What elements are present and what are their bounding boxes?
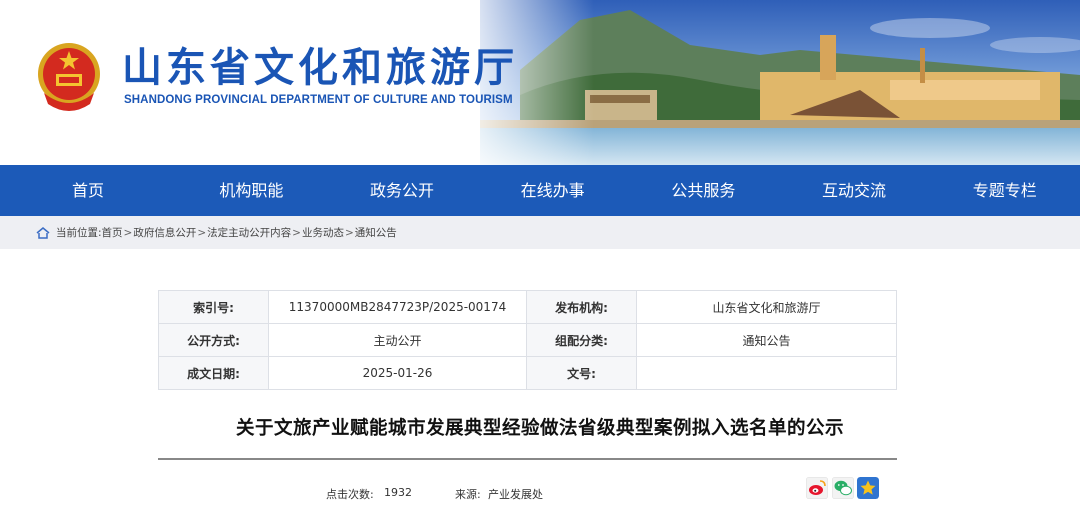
meta-row: 成文日期: 2025-01-26 文号: — [158, 356, 897, 390]
date-label: 成文日期: — [158, 356, 269, 390]
publisher-value: 山东省文化和旅游厅 — [636, 290, 897, 324]
nav-online-services[interactable]: 在线办事 — [477, 165, 628, 216]
site-title: 山东省文化和旅游厅 — [122, 45, 518, 91]
nav-institution-functions[interactable]: 机构职能 — [176, 165, 327, 216]
nav-special-topics[interactable]: 专题专栏 — [929, 165, 1080, 216]
docno-label: 文号: — [526, 356, 637, 390]
clicks-value: 1932 — [384, 486, 412, 499]
breadcrumb-statutory-content[interactable]: 法定主动公开内容 — [207, 225, 291, 240]
index-label: 索引号: — [158, 290, 269, 324]
breadcrumb-separator: > — [292, 226, 301, 239]
source-value: 产业发展处 — [488, 488, 543, 501]
nav-interaction[interactable]: 互动交流 — [779, 165, 930, 216]
wechat-icon[interactable] — [832, 477, 854, 499]
national-emblem-icon — [38, 43, 100, 111]
nav-home[interactable]: 首页 — [0, 165, 176, 216]
breadcrumb: 当前位置: 首页 > 政府信息公开 > 法定主动公开内容 > 业务动态 > 通知… — [0, 216, 1080, 249]
category-label: 组配分类: — [526, 323, 637, 357]
breadcrumb-separator: > — [344, 226, 354, 239]
breadcrumb-home[interactable]: 首页 — [102, 225, 123, 240]
favorite-star-icon[interactable] — [857, 477, 879, 499]
meta-row: 公开方式: 主动公开 组配分类: 通知公告 — [158, 323, 897, 357]
weibo-icon[interactable] — [806, 477, 828, 499]
article-title: 关于文旅产业赋能城市发展典型经验做法省级典型案例拟入选名单的公示 — [235, 418, 844, 439]
breadcrumb-business-news[interactable]: 业务动态 — [302, 225, 344, 240]
breadcrumb-separator: > — [123, 226, 133, 239]
index-value: 11370000MB2847723P/2025-00174 — [268, 290, 527, 324]
nav-government-affairs[interactable]: 政务公开 — [327, 165, 478, 216]
open-mode-label: 公开方式: — [158, 323, 269, 357]
site-header: 山东省文化和旅游厅 SHANDONG PROVINCIAL DEPARTMENT… — [0, 0, 1080, 165]
publisher-label: 发布机构: — [526, 290, 637, 324]
main-nav: 首页 机构职能 政务公开 在线办事 公共服务 互动交流 专题专栏 — [0, 165, 1080, 216]
breadcrumb-prefix: 当前位置: — [56, 227, 102, 239]
docno-value — [636, 356, 897, 390]
source-label: 来源: — [455, 488, 481, 501]
title-divider — [158, 458, 897, 460]
breadcrumb-gov-info[interactable]: 政府信息公开 — [133, 225, 196, 240]
category-value: 通知公告 — [636, 323, 897, 357]
nav-public-services[interactable]: 公共服务 — [628, 165, 779, 216]
site-subtitle: SHANDONG PROVINCIAL DEPARTMENT OF CULTUR… — [124, 94, 513, 106]
home-icon — [36, 226, 50, 239]
date-value: 2025-01-26 — [268, 356, 527, 390]
document-meta-table: 索引号: 11370000MB2847723P/2025-00174 发布机构:… — [158, 290, 897, 390]
clicks-label: 点击次数: — [326, 488, 374, 501]
open-mode-value: 主动公开 — [268, 323, 527, 357]
breadcrumb-notices[interactable]: 通知公告 — [355, 225, 397, 240]
meta-row: 索引号: 11370000MB2847723P/2025-00174 发布机构:… — [158, 290, 897, 324]
breadcrumb-separator: > — [197, 226, 207, 239]
